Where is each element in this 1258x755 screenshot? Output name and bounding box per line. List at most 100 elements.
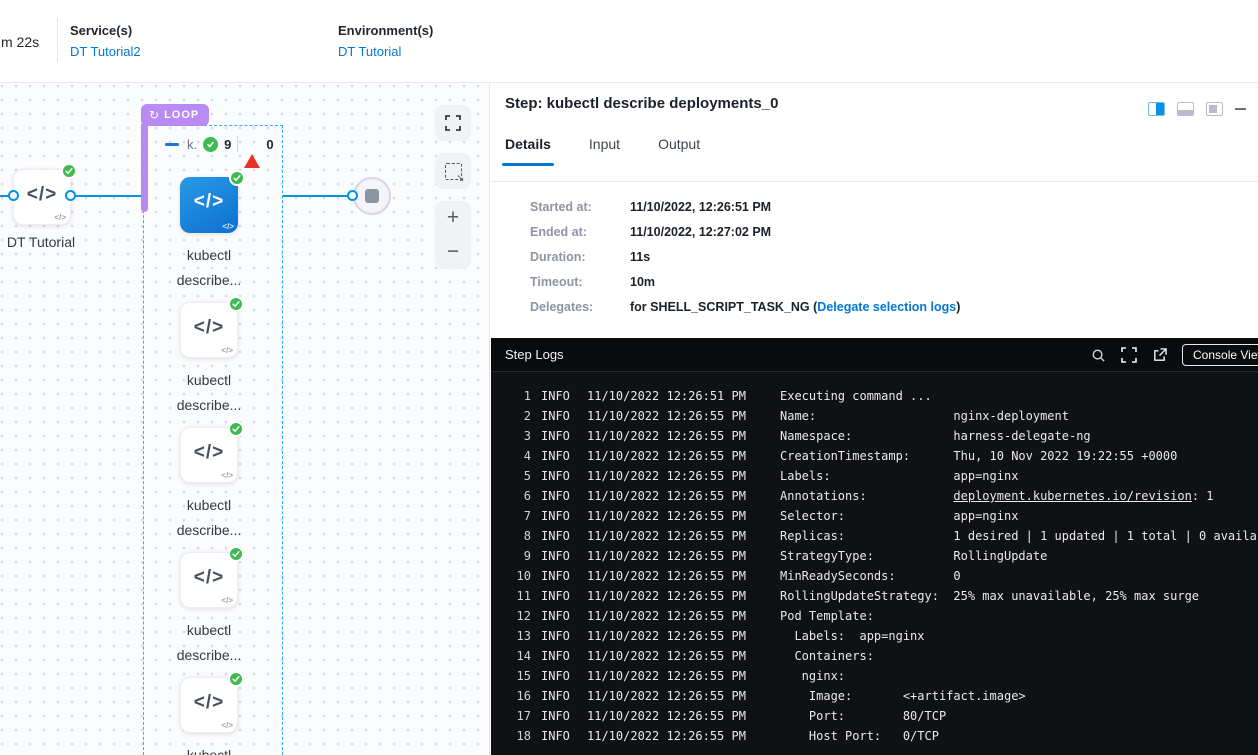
log-timestamp: 11/10/2022 12:26:55 PM	[587, 446, 747, 466]
graph-node-kubectl-describe[interactable]: </> </>	[180, 427, 238, 483]
minimize-panel-icon[interactable]	[1235, 108, 1246, 110]
log-timestamp: 11/10/2022 12:26:55 PM	[587, 646, 747, 666]
graph-node-kubectl-describe[interactable]: </> </>	[180, 552, 238, 608]
graph-node-kubectl-describe[interactable]: </> </>	[180, 302, 238, 358]
log-line-number: 1	[505, 386, 531, 406]
log-line-number: 8	[505, 526, 531, 546]
log-line: 12INFO11/10/2022 12:26:55 PMPod Template…	[505, 606, 1258, 626]
log-timestamp: 11/10/2022 12:26:55 PM	[587, 706, 747, 726]
log-line-number: 12	[505, 606, 531, 626]
marquee-select-icon: ↘	[445, 163, 462, 180]
log-level: INFO	[541, 666, 570, 686]
log-line-number: 10	[505, 566, 531, 586]
log-line-number: 16	[505, 686, 531, 706]
layout-bottom-icon[interactable]	[1177, 102, 1194, 116]
field-label: Started at:	[530, 200, 630, 214]
field-value: 11/10/2022, 12:26:51 PM	[630, 200, 771, 214]
log-message: CreationTimestamp: Thu, 10 Nov 2022 19:2…	[780, 446, 1177, 466]
failure-warning-icon: !	[244, 137, 260, 151]
field-label: Ended at:	[530, 225, 630, 239]
pipeline-end-node[interactable]	[353, 177, 391, 215]
log-timestamp: 11/10/2022 12:26:55 PM	[587, 566, 747, 586]
graph-node-dt-tutorial[interactable]: </> </>	[13, 169, 71, 225]
success-count: 9	[224, 137, 231, 152]
log-level: INFO	[541, 486, 570, 506]
environment-link[interactable]: DT Tutorial	[338, 44, 433, 59]
log-timestamp: 11/10/2022 12:26:55 PM	[587, 666, 747, 686]
open-in-new-tab-icon[interactable]	[1152, 348, 1167, 363]
edge-loop-to-end	[283, 195, 355, 197]
log-line-number: 9	[505, 546, 531, 566]
tab-output[interactable]: Output	[658, 136, 700, 166]
shell-script-mini-icon: </>	[221, 346, 233, 355]
log-message: Selector: app=nginx	[780, 506, 1018, 526]
loop-group-name: k.	[187, 137, 197, 152]
end-in-port	[347, 190, 358, 201]
log-line-number: 15	[505, 666, 531, 686]
divider	[237, 136, 238, 152]
log-level: INFO	[541, 726, 570, 746]
log-timestamp: 11/10/2022 12:26:55 PM	[587, 406, 747, 426]
tab-details[interactable]: Details	[505, 136, 551, 166]
detail-fields: Started at:11/10/2022, 12:26:51 PMEnded …	[530, 200, 1248, 325]
graph-node-kubectl-describe[interactable]: </> </>	[180, 177, 238, 233]
tab-input[interactable]: Input	[589, 136, 620, 166]
log-line-number: 2	[505, 406, 531, 426]
zoom-out-button[interactable]: −	[435, 235, 471, 269]
success-check-icon	[228, 671, 244, 687]
code-icon: </>	[181, 442, 237, 464]
step-logs-title: Step Logs	[505, 347, 564, 362]
collapse-loop-icon[interactable]	[165, 143, 179, 146]
logs-console[interactable]: 1 INFO 11/10/2022 12:26:51 PM Executing com…	[491, 372, 1258, 755]
log-line-number: 17	[505, 706, 531, 726]
pipeline-graph-canvas[interactable]: </> </> DT Tutorial ↻ LOOP k. 9 ! 0 </> …	[0, 84, 490, 755]
service-link[interactable]: DT Tutorial2	[70, 44, 141, 59]
log-line-number: 6	[505, 486, 531, 506]
log-level: INFO	[541, 706, 570, 726]
log-level: INFO	[541, 606, 570, 626]
layout-split-right-icon[interactable]	[1148, 102, 1165, 116]
log-line-number: 18	[505, 726, 531, 746]
elapsed-duration: m 22s	[1, 34, 39, 50]
log-line: 13INFO11/10/2022 12:26:55 PM Labels: app…	[505, 626, 1258, 646]
divider	[491, 181, 1258, 182]
field-value: 10m	[630, 275, 655, 289]
environment-block: Environment(s) DT Tutorial	[338, 23, 433, 59]
zoom-in-button[interactable]: +	[435, 201, 471, 235]
logs-fullscreen-icon[interactable]	[1121, 347, 1137, 363]
log-line: 8INFO11/10/2022 12:26:55 PMReplicas: 1 d…	[505, 526, 1258, 546]
canvas-select-button[interactable]: ↘	[435, 153, 471, 189]
success-check-icon	[228, 421, 244, 437]
node-label: kubectl describe...	[149, 368, 269, 418]
log-message: Name: nginx-deployment	[780, 406, 1069, 426]
log-timestamp: 11/10/2022 12:26:55 PM	[587, 546, 747, 566]
search-logs-icon[interactable]	[1091, 348, 1106, 363]
field-value: for SHELL_SCRIPT_TASK_NG (Delegate selec…	[630, 300, 960, 314]
graph-node-kubectl-describe[interactable]: </> </>	[180, 677, 238, 733]
log-timestamp: 11/10/2022 12:26:55 PM	[587, 586, 747, 606]
panel-layout-controls	[1148, 102, 1258, 116]
log-level: INFO	[541, 506, 570, 526]
log-timestamp: 11/10/2022 12:26:51 PM	[587, 386, 747, 406]
canvas-fullscreen-button[interactable]	[435, 105, 471, 141]
success-check-icon	[228, 546, 244, 562]
divider	[57, 18, 58, 62]
loop-badge[interactable]: ↻ LOOP	[141, 104, 209, 126]
log-line-number: 3	[505, 426, 531, 446]
log-line: 5INFO11/10/2022 12:26:55 PMLabels: app=n…	[505, 466, 1258, 486]
log-message: Executing command ...	[780, 386, 932, 406]
node-label: DT Tutorial	[0, 230, 101, 255]
field-label: Duration:	[530, 250, 630, 264]
node-label: kubectl describe...	[149, 618, 269, 668]
console-view-button[interactable]: Console View	[1182, 344, 1258, 366]
log-level: INFO	[541, 546, 570, 566]
log-message: Labels: app=nginx	[780, 626, 925, 646]
execution-header: m 22s Service(s) DT Tutorial2 Environmen…	[0, 0, 1258, 83]
delegate-selection-logs-link[interactable]: Delegate selection logs	[817, 300, 956, 314]
log-message: Image: <+artifact.image>	[780, 686, 1026, 706]
node-label: kubectl describe...	[149, 493, 269, 543]
log-line-number: 14	[505, 646, 531, 666]
log-message: Namespace: harness-delegate-ng	[780, 426, 1091, 446]
layout-left-icon[interactable]	[1206, 102, 1223, 116]
logs-actions: Console View	[1091, 338, 1258, 372]
